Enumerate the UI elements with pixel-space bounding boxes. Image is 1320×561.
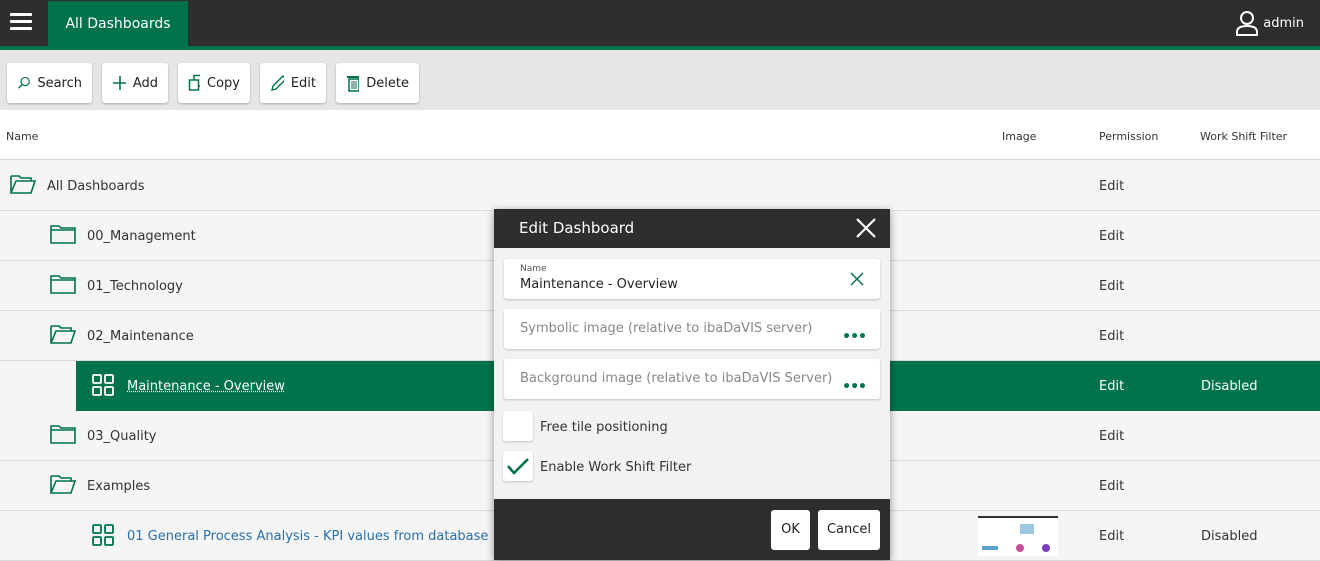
enable-wsf-checkbox[interactable] bbox=[503, 451, 533, 481]
add-label: Add bbox=[133, 76, 158, 91]
row-label[interactable]: Maintenance - Overview bbox=[127, 379, 285, 394]
dialog-title: Edit Dashboard bbox=[519, 219, 634, 237]
row-label: Examples bbox=[87, 479, 150, 494]
plus-icon bbox=[112, 75, 126, 91]
column-image[interactable]: Image bbox=[1002, 130, 1036, 143]
folder-icon bbox=[50, 224, 76, 244]
dashboard-icon bbox=[92, 374, 114, 396]
trash-icon bbox=[346, 74, 359, 92]
row-label: All Dashboards bbox=[47, 179, 145, 194]
row-label[interactable]: 01 General Process Analysis - KPI values… bbox=[127, 529, 488, 544]
hamburger-menu-icon[interactable] bbox=[10, 13, 32, 31]
username: admin bbox=[1263, 16, 1304, 31]
dialog-footer: OK Cancel bbox=[494, 499, 890, 560]
free-tile-checkbox[interactable] bbox=[503, 411, 533, 441]
folder-open-icon bbox=[10, 174, 36, 194]
table-row[interactable]: All Dashboards Edit bbox=[0, 161, 1320, 211]
name-field-label: Name bbox=[520, 264, 547, 274]
enable-wsf-label: Enable Work Shift Filter bbox=[540, 460, 691, 475]
row-label: 03_Quality bbox=[87, 429, 157, 444]
search-icon bbox=[17, 74, 30, 92]
top-bar: All Dashboards admin bbox=[0, 0, 1320, 46]
edit-dashboard-dialog: Edit Dashboard Name Maintenance - Overvi… bbox=[494, 209, 890, 560]
checkmark-icon bbox=[503, 451, 533, 481]
column-work-shift-filter[interactable]: Work Shift Filter bbox=[1200, 130, 1287, 143]
row-permission: Edit bbox=[1099, 429, 1124, 444]
clear-icon[interactable] bbox=[850, 272, 864, 286]
free-tile-label: Free tile positioning bbox=[540, 420, 668, 435]
row-permission: Edit bbox=[1099, 279, 1124, 294]
row-permission: Edit bbox=[1099, 529, 1124, 544]
row-permission: Edit bbox=[1099, 479, 1124, 494]
folder-icon bbox=[50, 274, 76, 294]
browse-ellipsis-icon[interactable]: ••• bbox=[842, 379, 866, 395]
close-icon[interactable] bbox=[856, 218, 876, 238]
toolbar: Search Add Copy Edit Delete bbox=[0, 50, 1320, 110]
delete-label: Delete bbox=[366, 76, 409, 91]
search-button[interactable]: Search bbox=[7, 63, 92, 103]
add-button[interactable]: Add bbox=[102, 63, 168, 103]
background-image-field[interactable]: Background image (relative to ibaDaVIS S… bbox=[504, 359, 880, 399]
folder-open-icon bbox=[50, 474, 76, 494]
copy-button[interactable]: Copy bbox=[178, 63, 250, 103]
user-menu[interactable]: admin bbox=[1235, 10, 1304, 36]
pencil-icon bbox=[270, 74, 284, 92]
background-image-placeholder: Background image (relative to ibaDaVIS S… bbox=[520, 371, 832, 386]
row-work-shift-filter: Disabled bbox=[1201, 379, 1257, 394]
row-label: 02_Maintenance bbox=[87, 329, 194, 344]
row-permission: Edit bbox=[1099, 329, 1124, 344]
table-header: Name Image Permission Work Shift Filter bbox=[0, 110, 1320, 160]
search-label: Search bbox=[37, 76, 82, 91]
tab-all-dashboards[interactable]: All Dashboards bbox=[48, 1, 188, 46]
dashboard-icon bbox=[92, 524, 114, 546]
row-label: 01_Technology bbox=[87, 279, 183, 294]
row-work-shift-filter: Disabled bbox=[1201, 529, 1257, 544]
name-input[interactable]: Maintenance - Overview bbox=[520, 277, 678, 292]
dashboard-thumbnail bbox=[978, 516, 1058, 556]
name-field[interactable]: Name Maintenance - Overview bbox=[504, 259, 880, 299]
folder-open-icon bbox=[50, 324, 76, 344]
symbolic-image-field[interactable]: Symbolic image (relative to ibaDaVIS ser… bbox=[504, 309, 880, 349]
edit-label: Edit bbox=[291, 76, 316, 91]
row-label: 00_Management bbox=[87, 229, 196, 244]
user-icon bbox=[1235, 10, 1259, 36]
row-permission: Edit bbox=[1099, 379, 1124, 394]
copy-label: Copy bbox=[207, 76, 240, 91]
cancel-button[interactable]: Cancel bbox=[818, 510, 880, 550]
folder-icon bbox=[50, 424, 76, 444]
copy-icon bbox=[188, 74, 200, 92]
column-permission[interactable]: Permission bbox=[1099, 130, 1158, 143]
browse-ellipsis-icon[interactable]: ••• bbox=[842, 329, 866, 345]
dialog-header: Edit Dashboard bbox=[494, 209, 890, 248]
column-name[interactable]: Name bbox=[6, 130, 38, 143]
symbolic-image-placeholder: Symbolic image (relative to ibaDaVIS ser… bbox=[520, 321, 813, 336]
row-permission: Edit bbox=[1099, 229, 1124, 244]
ok-button[interactable]: OK bbox=[771, 510, 810, 550]
row-permission: Edit bbox=[1099, 179, 1124, 194]
delete-button[interactable]: Delete bbox=[336, 63, 419, 103]
edit-button[interactable]: Edit bbox=[260, 63, 326, 103]
